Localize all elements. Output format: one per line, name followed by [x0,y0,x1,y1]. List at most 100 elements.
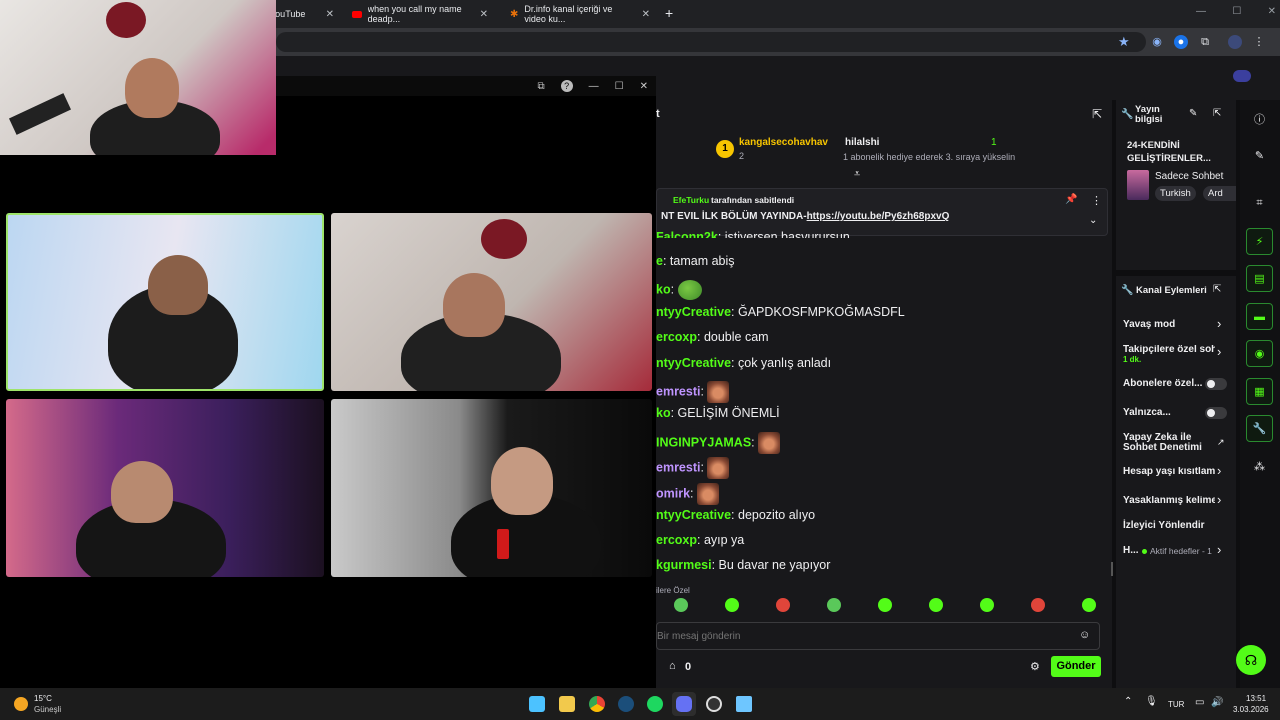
lightning-icon[interactable]: ⚡ [1246,228,1273,255]
spotify-icon[interactable] [647,696,663,712]
microphone-icon[interactable]: 🎙 [1145,696,1158,707]
notepad-icon[interactable] [736,696,752,712]
emote-icon[interactable] [827,598,841,612]
store-icon[interactable]: ⌂ [669,660,676,672]
tab-deadpool[interactable]: when you call my name deadp... ✕ [344,4,496,24]
call-close-icon[interactable]: ✕ [640,81,648,92]
emote-icon[interactable] [878,598,892,612]
close-icon[interactable]: ✕ [480,9,488,20]
weather-sun-icon[interactable] [14,697,28,711]
chat-bubble-icon[interactable]: ▬ [1246,303,1273,330]
pinned-message[interactable]: EfeTurku tarafından sabitlendi NT EVIL İ… [656,188,1108,236]
wrench-icon[interactable]: 🔧 [1246,415,1273,442]
video-tile-2[interactable] [331,213,652,391]
close-icon[interactable]: ✕ [642,9,650,20]
new-tab-button[interactable]: + [665,5,673,21]
send-button[interactable]: Gönder [1051,656,1101,677]
notes-icon[interactable]: ▤ [1246,265,1273,292]
audio-extension-icon[interactable]: ◉ [1150,35,1164,49]
second-gifter-name[interactable]: hilalshi [845,137,879,148]
clock-date[interactable]: 3.03.2026 [1233,705,1269,714]
expand-icon[interactable]: ⩡ [854,168,860,181]
chat-username[interactable]: ercoxp [656,533,697,547]
tag-chip[interactable]: Ard [1203,186,1236,201]
chat-username[interactable]: emresti [656,460,700,474]
chat-username[interactable]: INGINPYJAMAS [656,435,751,449]
pin-icon[interactable]: 📌 [1065,194,1077,205]
chevron-right-icon[interactable]: › [1217,492,1221,507]
file-explorer-icon[interactable] [559,696,575,712]
minimize-icon[interactable]: — [1196,6,1206,17]
banned-words-item[interactable]: Yasaklanmış kelime [1123,496,1215,506]
chat-scrollbar[interactable] [1111,562,1113,576]
language-indicator[interactable]: TUR [1168,700,1184,709]
goals-item[interactable]: H... [1123,546,1139,556]
popout-icon[interactable]: ⇱ [1213,284,1221,295]
video-tile-4[interactable] [331,399,652,577]
chat-username[interactable]: ntyyCreative [656,356,731,370]
close-icon[interactable]: ✕ [326,9,334,20]
chat-input[interactable]: ☺ [656,622,1100,650]
account-age-item[interactable]: Hesap yaşı kısıtlamı [1123,467,1215,477]
maximize-icon[interactable]: ☐ [1232,6,1241,17]
picture-in-picture-icon[interactable]: ⧉ [538,81,545,92]
address-field[interactable] [276,32,1146,52]
subs-only-toggle[interactable] [1205,378,1227,390]
emote-icon[interactable] [776,598,790,612]
emoji-icon[interactable]: ☺ [1079,629,1090,641]
emote-icon[interactable] [725,598,739,612]
stream-category[interactable]: Sadece Sohbet [1155,171,1223,182]
tab-drinfo[interactable]: ✱ Dr.info kanal içeriği ve video ku... ✕ [502,4,658,24]
call-minimize-icon[interactable]: — [589,81,599,92]
raid-item[interactable]: İzleyici Yönlendir [1123,521,1205,531]
close-icon[interactable]: ✕ [1268,6,1276,17]
steam-icon[interactable] [618,696,634,712]
chat-username[interactable]: Falconn2k [656,230,718,238]
obs-icon[interactable] [706,696,722,712]
pinned-link[interactable]: https://youtu.be/Py6zh68pxvQ [807,211,950,222]
chat-username[interactable]: omirk [656,486,690,500]
chevron-right-icon[interactable]: › [1217,542,1221,557]
chrome-icon[interactable] [589,696,605,712]
emote-icon[interactable] [1082,598,1096,612]
help-icon[interactable]: ? [560,80,573,92]
dots-icon[interactable]: ⁂ [1246,453,1273,480]
chat-settings-gear-icon[interactable]: ⚙ [1030,660,1040,673]
chevron-right-icon[interactable]: › [1217,344,1221,359]
chat-username[interactable]: kgurmesi [656,558,712,572]
crop-icon[interactable]: ⌗ [1246,190,1273,217]
chevron-down-icon[interactable]: ⌄ [1089,215,1097,226]
chat-username[interactable]: ko [656,282,671,296]
volume-icon[interactable]: 🔊 [1211,697,1223,708]
popout-icon[interactable]: ⇱ [1092,107,1102,121]
emote-icon[interactable] [929,598,943,612]
puzzle-icon[interactable]: ⧉ [1198,35,1212,49]
tag-chip[interactable]: Turkish [1155,186,1196,201]
chat-username[interactable]: emresti [656,384,700,398]
top-gifter-name[interactable]: kangalsecohavhav [739,137,828,148]
chat-message-field[interactable] [657,623,1057,649]
info-icon[interactable]: ⓘ [1246,105,1273,132]
external-link-icon[interactable]: ↗ [1217,437,1225,448]
video-tile-3[interactable] [6,399,324,577]
kebab-menu-icon[interactable]: ⋮ [1252,35,1266,49]
chevron-right-icon[interactable]: › [1217,316,1221,331]
support-headset-icon[interactable]: ☊ [1236,645,1266,675]
tray-chevron-up-icon[interactable]: ⌃ [1124,696,1132,707]
emote-only-toggle[interactable] [1205,407,1227,419]
chat-username[interactable]: ntyyCreative [656,508,731,522]
emote-icon[interactable] [674,598,688,612]
call-maximize-icon[interactable]: ☐ [615,81,624,92]
edit-pencil-icon[interactable]: ✎ [1189,108,1197,119]
emote-icon[interactable] [980,598,994,612]
layout-icon[interactable]: ▦ [1246,378,1273,405]
chat-username[interactable]: ko [656,406,671,420]
followers-only-item[interactable]: Takipçilere özel soh [1123,345,1215,355]
vpn-extension-icon[interactable]: ● [1174,35,1188,49]
chevron-right-icon[interactable]: › [1217,463,1221,478]
windows-start-icon[interactable] [529,696,545,712]
site-logo-icon[interactable] [1233,70,1251,82]
chat-username[interactable]: e [656,254,663,268]
pencil-icon[interactable]: ✎ [1246,142,1273,169]
chat-username[interactable]: ntyyCreative [656,305,731,319]
